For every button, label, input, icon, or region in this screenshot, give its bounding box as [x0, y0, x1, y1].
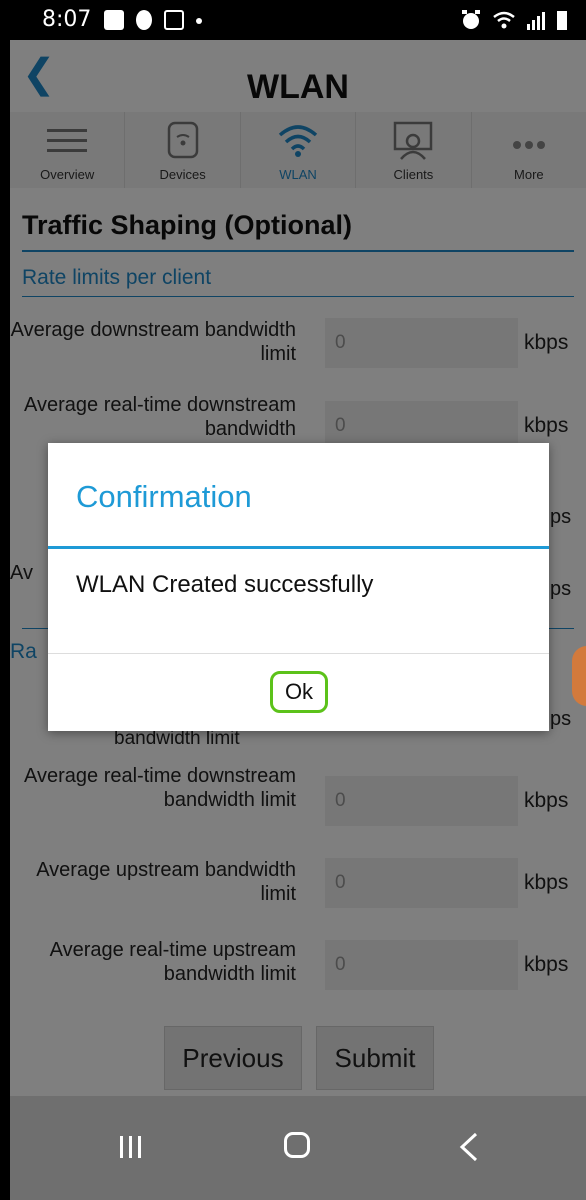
dot-icon: [196, 18, 202, 24]
dialog-message: WLAN Created successfully: [76, 571, 374, 598]
wifi-signal-icon: [493, 11, 515, 29]
dialog-title: Confirmation: [76, 479, 252, 514]
video-icon: [104, 10, 124, 30]
status-left-icons: [104, 10, 202, 30]
dialog-footer-divider: [48, 653, 549, 654]
dialog-divider: [48, 546, 549, 549]
alarm-icon: [462, 10, 480, 29]
system-nav-bar: [10, 1096, 586, 1200]
notification-icon: [136, 10, 152, 30]
card-icon: [164, 10, 184, 30]
confirmation-dialog: Confirmation WLAN Created successfully O…: [48, 443, 549, 731]
status-bar: 8:07: [10, 0, 586, 40]
battery-icon: [557, 11, 567, 30]
cell-signal-icon: [527, 12, 545, 30]
system-back-icon[interactable]: [454, 1130, 484, 1164]
phone-screen: 8:07 ❮ WLAN Overview Devices WLA: [10, 0, 586, 1200]
home-icon[interactable]: [284, 1132, 310, 1158]
recents-icon[interactable]: [120, 1136, 144, 1158]
status-time: 8:07: [42, 7, 92, 32]
ok-button[interactable]: Ok: [270, 671, 328, 713]
status-right-icons: [460, 9, 568, 31]
floating-assist-icon[interactable]: [572, 646, 586, 706]
